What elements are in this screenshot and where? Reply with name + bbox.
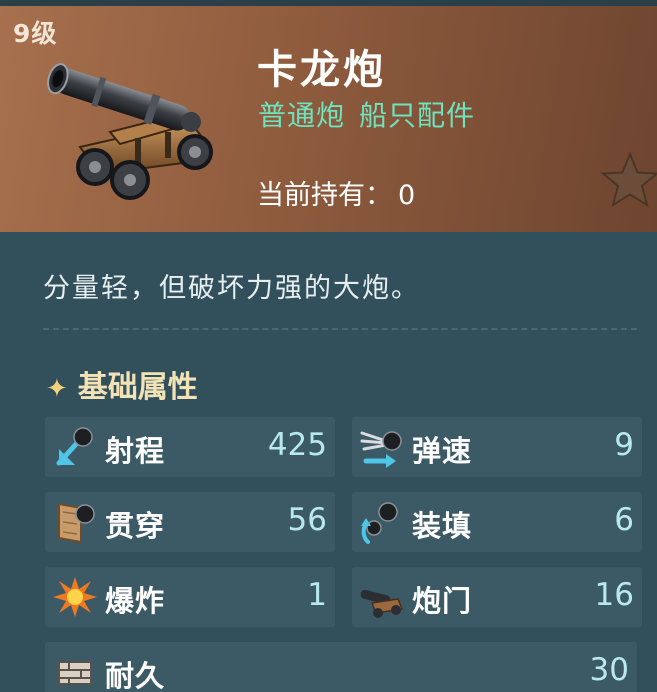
stat-reload: 装填 6 [352,492,642,552]
item-tag-category: 船只配件 [359,99,476,132]
stat-penetration: 贯穿 56 [45,492,335,552]
stat-explosion: 爆炸 1 [45,567,335,627]
stat-range: 射程 425 [45,417,335,477]
stat-value: 16 [594,577,634,613]
section-divider [43,328,637,330]
owned-label: 当前持有： [257,180,392,211]
favorite-star-icon[interactable] [599,150,657,212]
explosion-icon [53,577,97,617]
owned-value: 0 [398,180,416,211]
gun-port-icon [360,589,404,618]
stat-projectile-speed: 弹速 9 [352,417,642,477]
item-tag-type: 普通炮 [258,99,346,132]
owned-count: 当前持有： 0 [257,173,415,212]
stat-label: 炮门 [412,584,473,618]
base-attributes-title: ✦ 基础属性 [46,362,198,406]
item-tags: 普通炮 船只配件 [258,94,475,134]
stat-label: 耐久 [105,659,166,692]
stat-value: 1 [307,577,327,613]
stat-value: 56 [287,502,327,538]
sparkle-icon: ✦ [46,374,68,404]
reload-icon [361,502,398,544]
stat-label: 贯穿 [105,509,166,543]
stat-value: 6 [614,502,634,538]
stat-value: 30 [589,652,629,688]
cannon-image [47,63,213,200]
item-level: 9级 [13,19,58,48]
penetration-icon [58,502,95,544]
item-name: 卡龙炮 [257,47,386,93]
item-detail-card: 9级 卡龙炮 普通炮 船只配件 当前持有： 0 分量轻，但破坏力强的大炮。 ✦ … [0,0,657,692]
stat-gun-ports: 炮门 16 [352,567,642,627]
stat-value: 425 [267,427,327,463]
stat-label: 弹速 [412,434,473,468]
base-attributes-label: 基础属性 [77,370,198,405]
stat-durability: 耐久 30 [45,642,637,692]
projectile-speed-icon [360,431,402,468]
durability-icon [58,661,92,685]
item-description: 分量轻，但破坏力强的大炮。 [43,273,420,304]
range-icon [56,427,93,466]
stat-label: 射程 [105,434,166,468]
stat-label: 装填 [412,509,473,543]
item-header: 9级 卡龙炮 普通炮 船只配件 当前持有： 0 [0,0,657,232]
stat-value: 9 [614,427,634,463]
stat-label: 爆炸 [105,584,166,618]
